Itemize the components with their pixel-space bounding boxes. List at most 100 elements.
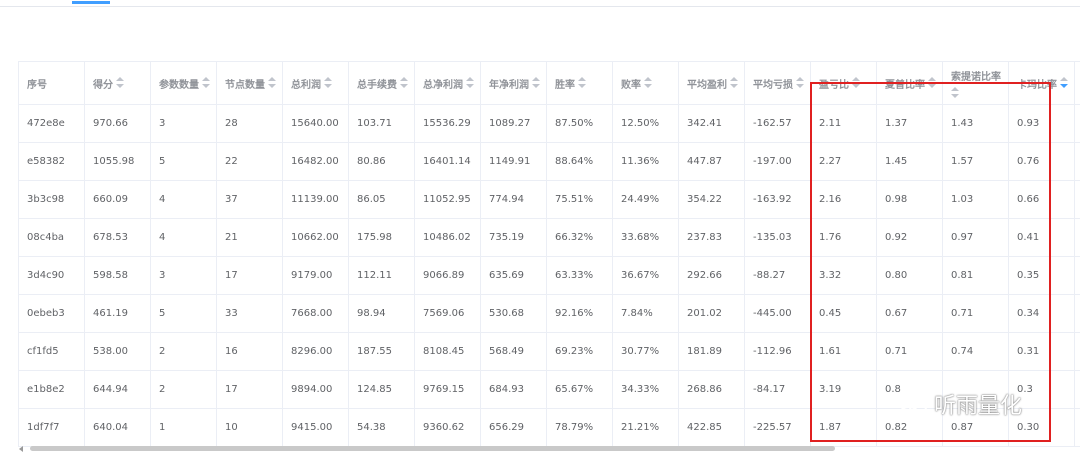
table-cell: 124.85: [349, 371, 415, 409]
table-row[interactable]: 08c4ba678.5342110662.00175.9810486.02735…: [19, 219, 1080, 257]
column-header[interactable]: 败率: [613, 62, 679, 105]
table-cell: 1: [1075, 219, 1080, 257]
table-cell: 16482.00: [283, 143, 349, 181]
sort-caret-icon[interactable]: [1060, 77, 1068, 89]
column-header[interactable]: 平均盈利: [679, 62, 745, 105]
table-cell: 5: [151, 143, 217, 181]
sort-caret-icon[interactable]: [644, 77, 652, 89]
column-header[interactable]: 参数数量: [151, 62, 217, 105]
column-header[interactable]: 平均亏损: [745, 62, 811, 105]
column-header: 序号: [19, 62, 85, 105]
table-cell: 2: [151, 333, 217, 371]
table-cell: 181.89: [679, 333, 745, 371]
table-cell: 80.86: [349, 143, 415, 181]
table-cell: 0.67: [877, 295, 943, 333]
column-header[interactable]: 索提诺比率: [943, 62, 1009, 105]
table-cell: 656.29: [481, 409, 547, 447]
column-header-label: 索提诺比率: [951, 68, 1001, 83]
table-cell: 36.67%: [613, 257, 679, 295]
table-cell: 3b3c98: [19, 181, 85, 219]
table-cell: 472e8e: [19, 105, 85, 143]
table-cell: 447.87: [679, 143, 745, 181]
column-header[interactable]: 盈亏比: [811, 62, 877, 105]
column-header[interactable]: 总手续费: [349, 62, 415, 105]
column-header-label: 盈亏比: [819, 76, 849, 91]
table-cell: 08c4ba: [19, 219, 85, 257]
sort-caret-icon[interactable]: [730, 77, 738, 89]
sort-caret-icon[interactable]: [796, 77, 804, 89]
table-cell: 201.02: [679, 295, 745, 333]
sort-caret-icon[interactable]: [951, 87, 959, 99]
sort-caret-icon[interactable]: [852, 77, 860, 89]
table-cell: 0.45: [811, 295, 877, 333]
sort-caret-icon[interactable]: [400, 77, 408, 89]
table-cell: 0.35: [1009, 257, 1075, 295]
column-header[interactable]: 年净利润: [481, 62, 547, 105]
sort-caret-icon[interactable]: [466, 77, 474, 89]
table-cell: 1: [151, 409, 217, 447]
column-header[interactable]: 节点数量: [217, 62, 283, 105]
table-cell: 7.84%: [613, 295, 679, 333]
table-row[interactable]: 3b3c98660.0943711139.0086.0511052.95774.…: [19, 181, 1080, 219]
table-header-row: 序号得分 参数数量节点数量总利润总手续费总净利润 年净利润胜率败率平均盈利平均亏损盈…: [19, 62, 1080, 105]
table-cell: 0.93: [1009, 105, 1075, 143]
table-cell: 65.67%: [547, 371, 613, 409]
table-cell: 0.71: [877, 333, 943, 371]
column-header[interactable]: 卡玛比率: [1009, 62, 1075, 105]
table-row[interactable]: 0ebeb3461.195337668.0098.947569.06530.68…: [19, 295, 1080, 333]
table-cell: 4: [151, 219, 217, 257]
table-cell: 3d4c90: [19, 257, 85, 295]
table-cell: 292.66: [679, 257, 745, 295]
table-cell: 4: [151, 181, 217, 219]
table-cell: 2.16: [811, 181, 877, 219]
table-cell: 8108.45: [415, 333, 481, 371]
column-header[interactable]: 总利润: [283, 62, 349, 105]
column-header[interactable]: 得分: [85, 62, 151, 105]
table-cell: 33: [217, 295, 283, 333]
sort-caret-icon[interactable]: [928, 77, 936, 89]
table-cell: -84.17: [745, 371, 811, 409]
table-cell: 30.77%: [613, 333, 679, 371]
table-cell: 0ebeb3: [19, 295, 85, 333]
column-header[interactable]: 夏普比率: [877, 62, 943, 105]
sort-caret-icon[interactable]: [532, 77, 540, 89]
table-row[interactable]: e583821055.9852216482.0080.8616401.14114…: [19, 143, 1080, 181]
table-cell: 1.43: [943, 105, 1009, 143]
table-cell: 0.66: [1009, 181, 1075, 219]
table-cell: 1.45: [877, 143, 943, 181]
table-cell: 3.19: [811, 371, 877, 409]
sort-caret-icon[interactable]: [324, 77, 332, 89]
table-cell: 28: [217, 105, 283, 143]
table-cell: 774.94: [481, 181, 547, 219]
horizontal-scrollbar-thumb[interactable]: [30, 446, 835, 451]
column-header-label: 总净利润: [423, 76, 463, 91]
sort-caret-icon[interactable]: [268, 77, 276, 89]
scroll-left-arrow-icon[interactable]: [19, 446, 23, 452]
table-row[interactable]: cf1fd5538.002168296.00187.558108.45568.4…: [19, 333, 1080, 371]
table-cell: 684.93: [481, 371, 547, 409]
table-cell: 10: [217, 409, 283, 447]
table-cell: 568.49: [481, 333, 547, 371]
table-cell: 0.74: [943, 333, 1009, 371]
table-cell: 0.76: [1009, 143, 1075, 181]
table-cell: 2.27: [811, 143, 877, 181]
table-row[interactable]: 3d4c90598.583179179.00112.119066.89635.6…: [19, 257, 1080, 295]
table-cell: 1.37: [877, 105, 943, 143]
sort-caret-icon[interactable]: [202, 77, 210, 89]
table-cell: -162.57: [745, 105, 811, 143]
column-header[interactable]: 胜率: [547, 62, 613, 105]
column-header-label: 得分: [93, 76, 113, 91]
table-cell: 5: [151, 295, 217, 333]
column-header[interactable]: 总净利润: [415, 62, 481, 105]
table-cell: 3.32: [811, 257, 877, 295]
table-cell: 422.85: [679, 409, 745, 447]
sort-caret-icon[interactable]: [116, 77, 124, 89]
sort-caret-icon[interactable]: [578, 77, 586, 89]
table-cell: 88.64%: [547, 143, 613, 181]
table-cell: 112.11: [349, 257, 415, 295]
table-cell: 9179.00: [283, 257, 349, 295]
table-cell: 69.23%: [547, 333, 613, 371]
table-cell: 16401.14: [415, 143, 481, 181]
table-cell: 11139.00: [283, 181, 349, 219]
table-row[interactable]: 472e8e970.6632815640.00103.7115536.29108…: [19, 105, 1080, 143]
